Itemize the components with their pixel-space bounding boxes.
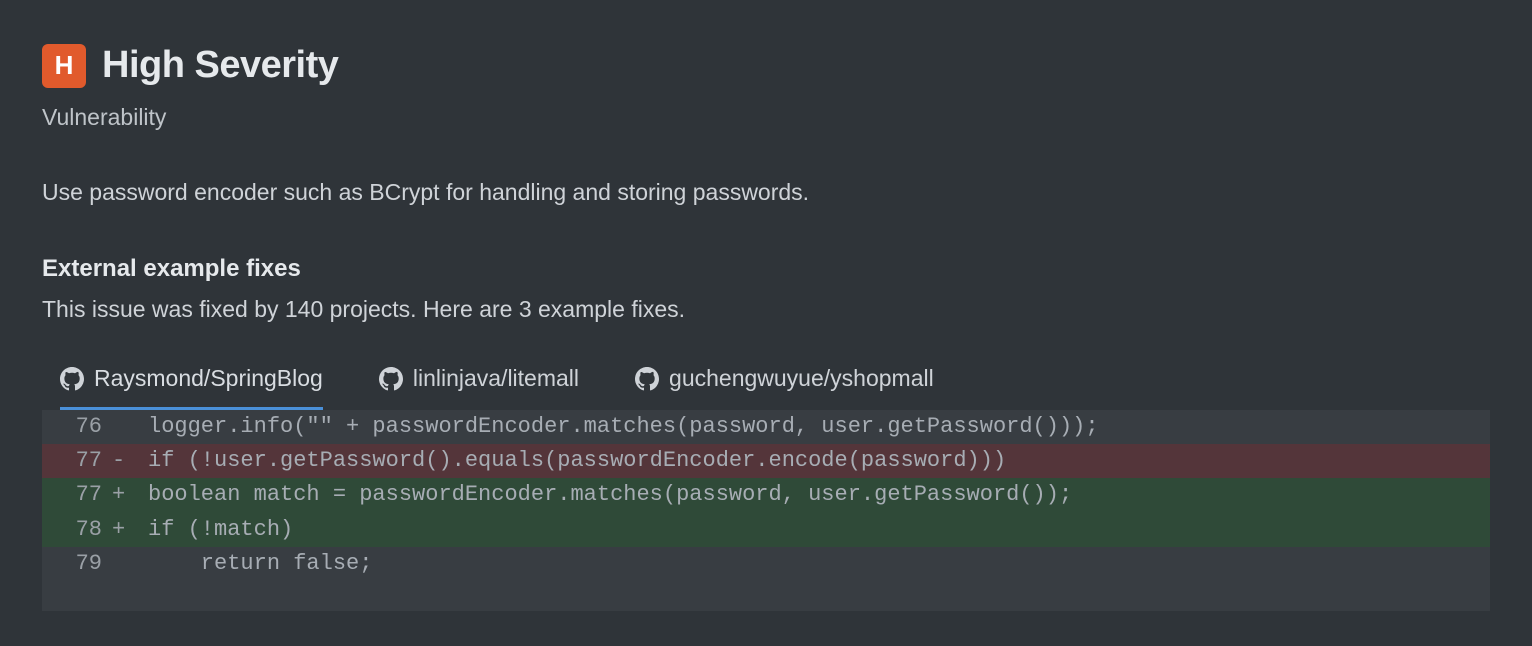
vulnerability-description: Use password encoder such as BCrypt for … bbox=[42, 176, 1490, 209]
tab-fix-1[interactable]: linlinjava/litemall bbox=[379, 362, 579, 410]
diff-line: 77-if (!user.getPassword().equals(passwo… bbox=[42, 444, 1490, 478]
diff-code-block: 76 logger.info("" + passwordEncoder.matc… bbox=[42, 410, 1490, 610]
code-content: boolean match = passwordEncoder.matches(… bbox=[148, 478, 1490, 512]
severity-badge-icon: H bbox=[42, 44, 86, 88]
diff-line: 79 return false; bbox=[42, 547, 1490, 581]
code-content: if (!match) bbox=[148, 513, 1490, 547]
diff-marker bbox=[112, 410, 148, 444]
tab-label: Raysmond/SpringBlog bbox=[94, 362, 323, 395]
severity-subtitle: Vulnerability bbox=[42, 101, 1490, 134]
github-icon bbox=[60, 367, 84, 391]
tab-fix-0[interactable]: Raysmond/SpringBlog bbox=[60, 362, 323, 410]
line-number: 77 bbox=[42, 444, 112, 478]
line-number: 79 bbox=[42, 547, 112, 581]
line-number: 78 bbox=[42, 513, 112, 547]
code-content: if (!user.getPassword().equals(passwordE… bbox=[148, 444, 1490, 478]
severity-header: H High Severity bbox=[42, 38, 1490, 93]
severity-title: High Severity bbox=[102, 38, 338, 93]
code-content: return false; bbox=[148, 547, 1490, 581]
tab-label: guchengwuyue/yshopmall bbox=[669, 362, 934, 395]
diff-marker: + bbox=[112, 478, 148, 512]
tab-fix-2[interactable]: guchengwuyue/yshopmall bbox=[635, 362, 934, 410]
diff-marker: + bbox=[112, 513, 148, 547]
line-number: 76 bbox=[42, 410, 112, 444]
tab-label: linlinjava/litemall bbox=[413, 362, 579, 395]
fixes-tabs: Raysmond/SpringBlog linlinjava/litemall gu… bbox=[42, 362, 1490, 410]
diff-line: 77+boolean match = passwordEncoder.match… bbox=[42, 478, 1490, 512]
diff-line: 76 logger.info("" + passwordEncoder.matc… bbox=[42, 410, 1490, 444]
diff-line: 78+if (!match) bbox=[42, 513, 1490, 547]
fixes-subtext: This issue was fixed by 140 projects. He… bbox=[42, 293, 1490, 326]
diff-marker: - bbox=[112, 444, 148, 478]
diff-marker bbox=[112, 547, 148, 581]
fixes-heading: External example fixes bbox=[42, 252, 1490, 287]
code-content: logger.info("" + passwordEncoder.matches… bbox=[148, 410, 1490, 444]
github-icon bbox=[635, 367, 659, 391]
github-icon bbox=[379, 367, 403, 391]
line-number: 77 bbox=[42, 478, 112, 512]
